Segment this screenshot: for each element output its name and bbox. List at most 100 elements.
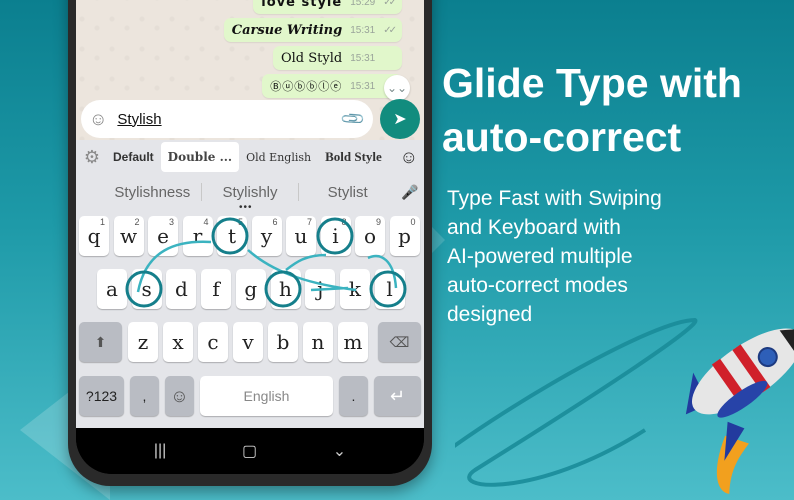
message-time: 15:29 bbox=[350, 0, 376, 8]
message-text: love style bbox=[261, 0, 343, 10]
key-a[interactable]: a bbox=[97, 269, 127, 309]
key-z[interactable]: z bbox=[128, 322, 158, 362]
message-input[interactable] bbox=[117, 110, 318, 128]
key-label: e bbox=[157, 224, 169, 248]
style-double[interactable]: Double ... bbox=[160, 142, 240, 172]
style-bold[interactable]: Bold Style bbox=[318, 142, 389, 172]
suggestion-item[interactable]: Stylist bbox=[299, 184, 396, 201]
key-p[interactable]: p0 bbox=[389, 216, 420, 256]
keyboard: ⚙ Default Double ... Old English Bold St… bbox=[76, 140, 424, 428]
key-number-hint: 3 bbox=[168, 217, 174, 227]
send-icon: ➤ bbox=[393, 111, 407, 128]
swipe-path bbox=[285, 253, 327, 271]
key-number-hint: 5 bbox=[237, 217, 243, 227]
phone-screen: love style 15:29 ✓✓ Carsue Writing 15:31… bbox=[76, 0, 424, 474]
message-text: Ⓑⓤⓑⓑⓛⓔ bbox=[270, 80, 343, 93]
enter-key[interactable]: ↵ bbox=[374, 376, 421, 416]
key-t[interactable]: t5 bbox=[217, 216, 247, 256]
key-d[interactable]: d bbox=[166, 269, 197, 309]
key-y[interactable]: y6 bbox=[251, 216, 282, 256]
backspace-key[interactable]: ⌫ bbox=[378, 322, 421, 362]
key-label: y bbox=[260, 224, 273, 248]
key-e[interactable]: e3 bbox=[148, 216, 178, 256]
key-i[interactable]: i8 bbox=[320, 216, 351, 256]
suggestion-item[interactable]: Stylishness bbox=[104, 184, 201, 201]
key-h[interactable]: h bbox=[270, 269, 301, 309]
key-m[interactable]: m bbox=[338, 322, 368, 362]
key-c[interactable]: c bbox=[198, 322, 228, 362]
key-number-hint: 9 bbox=[375, 217, 381, 227]
emoji-key[interactable]: ☺ bbox=[165, 376, 194, 416]
key-r[interactable]: r4 bbox=[182, 216, 213, 256]
key-k[interactable]: k bbox=[339, 269, 370, 309]
key-number-hint: 2 bbox=[134, 217, 140, 227]
suggestion-item[interactable]: Stylishly bbox=[202, 184, 299, 201]
key-o[interactable]: o9 bbox=[355, 216, 385, 256]
key-label: p bbox=[398, 224, 411, 248]
subtext-line: auto-correct modes bbox=[447, 274, 628, 297]
rocket-illustration bbox=[455, 317, 794, 494]
read-ticks-icon: ✓✓ bbox=[383, 0, 397, 8]
key-number-hint: 8 bbox=[341, 217, 347, 227]
message-time: 15:31 bbox=[350, 52, 376, 64]
key-g[interactable]: g bbox=[235, 269, 266, 309]
key-n[interactable]: n bbox=[303, 322, 333, 362]
send-button[interactable]: ➤ bbox=[380, 99, 420, 139]
key-label: o bbox=[363, 224, 377, 248]
chat-bubble: love style 15:29 ✓✓ bbox=[253, 0, 402, 14]
headline-line: Glide Type with bbox=[442, 60, 742, 106]
android-navbar: ||| ▢ ⌄ bbox=[76, 428, 424, 474]
key-w[interactable]: w2 bbox=[113, 216, 144, 256]
comma-key[interactable]: , bbox=[130, 376, 159, 416]
back-icon[interactable]: ⌄ bbox=[333, 441, 346, 461]
emoji-icon[interactable]: ☺ bbox=[89, 109, 107, 130]
more-suggestions-dots[interactable]: ••• bbox=[239, 202, 253, 213]
scroll-down-button[interactable]: ⌄⌄ bbox=[384, 75, 410, 101]
subtext-line: and Keyboard with bbox=[447, 216, 621, 239]
home-icon[interactable]: ▢ bbox=[242, 441, 257, 461]
backspace-icon: ⌫ bbox=[389, 333, 410, 350]
message-text: Carsue Writing bbox=[231, 22, 343, 38]
mic-icon[interactable]: 🎤 bbox=[396, 184, 424, 201]
message-time: 15:31 bbox=[350, 80, 376, 92]
chat-area: love style 15:29 ✓✓ Carsue Writing 15:31… bbox=[76, 0, 424, 163]
promo-headline: Glide Type with auto-correct bbox=[442, 56, 742, 164]
key-j[interactable]: j bbox=[305, 269, 336, 309]
emoji-icon: ☺ bbox=[170, 385, 189, 406]
subtext-line: AI-powered multiple bbox=[447, 245, 633, 268]
enter-icon: ↵ bbox=[389, 385, 406, 406]
key-l[interactable]: l bbox=[374, 269, 405, 309]
key-q[interactable]: q1 bbox=[79, 216, 109, 256]
key-number-hint: 1 bbox=[99, 217, 105, 227]
key-v[interactable]: v bbox=[233, 322, 263, 362]
double-chevron-down-icon: ⌄⌄ bbox=[386, 81, 408, 95]
recents-icon[interactable]: ||| bbox=[154, 442, 166, 460]
space-key[interactable]: English bbox=[200, 376, 333, 416]
message-input-bar: ☺ 📎 bbox=[81, 100, 373, 138]
style-old-english[interactable]: Old English bbox=[239, 142, 318, 172]
gear-icon[interactable]: ⚙ bbox=[78, 147, 106, 168]
phone-mockup: love style 15:29 ✓✓ Carsue Writing 15:31… bbox=[68, 0, 432, 486]
attach-icon[interactable]: 📎 bbox=[339, 105, 367, 133]
key-s[interactable]: s bbox=[131, 269, 162, 309]
key-number-hint: 0 bbox=[410, 217, 416, 227]
key-label: r bbox=[192, 224, 203, 248]
message-time: 15:31 bbox=[350, 24, 376, 36]
key-number-hint: 4 bbox=[203, 217, 209, 227]
key-x[interactable]: x bbox=[163, 322, 193, 362]
shift-icon: ⬆ bbox=[94, 333, 107, 350]
key-label: w bbox=[119, 224, 138, 248]
style-default[interactable]: Default bbox=[106, 142, 161, 172]
rocket-icon bbox=[685, 328, 794, 494]
chat-bubble: Ⓑⓤⓑⓑⓛⓔ 15:31 ✓✓ bbox=[262, 74, 402, 98]
key-u[interactable]: u7 bbox=[286, 216, 316, 256]
chat-bubble: Old Styld 15:31 ✓✓ bbox=[272, 46, 402, 70]
shift-key[interactable]: ⬆ bbox=[79, 322, 122, 362]
period-key[interactable]: . bbox=[339, 376, 368, 416]
symbols-key[interactable]: ?123 bbox=[79, 376, 124, 416]
key-b[interactable]: b bbox=[268, 322, 298, 362]
emoji-icon[interactable]: ☺ bbox=[400, 147, 418, 168]
key-label: q bbox=[87, 224, 101, 248]
key-label: t bbox=[227, 224, 237, 248]
key-f[interactable]: f bbox=[201, 269, 232, 309]
